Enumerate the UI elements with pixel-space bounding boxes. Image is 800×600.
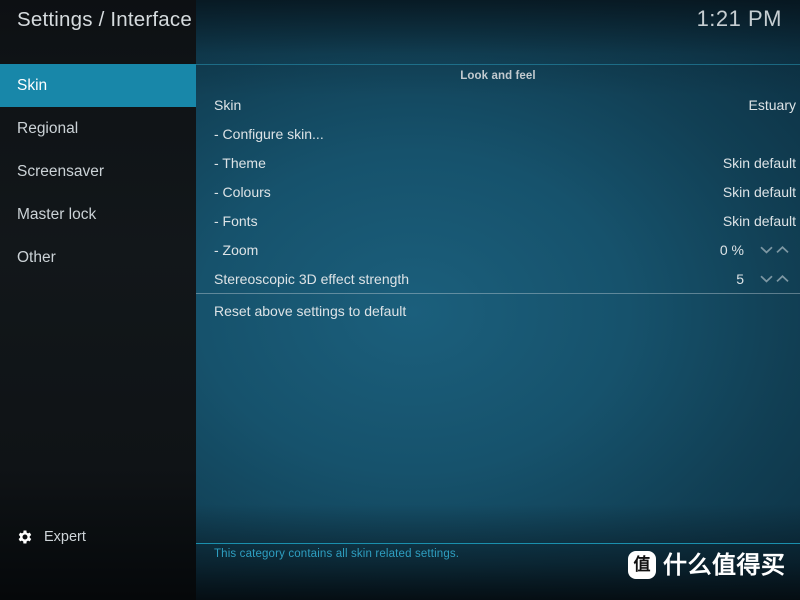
sidebar-item-label: Screensaver [17, 163, 105, 180]
section-title: Look and feel [460, 70, 536, 82]
sidebar-item-screensaver[interactable]: Screensaver [0, 150, 196, 193]
watermark-badge: 值 [628, 551, 656, 579]
content-top-rule [196, 64, 800, 65]
setting-value: 5 [736, 270, 744, 287]
setting-value: Skin default [722, 154, 796, 171]
sidebar-item-other[interactable]: Other [0, 236, 196, 279]
settings-category-list[interactable]: Skin Regional Screensaver Master lock Ot… [0, 64, 196, 279]
sidebar-item-master-lock[interactable]: Master lock [0, 193, 196, 236]
setting-label: Reset above settings to default [214, 302, 407, 319]
setting-value: Estuary [748, 96, 796, 113]
sidebar-item-label: Regional [17, 120, 79, 137]
page-title: Settings / Interface [17, 8, 192, 31]
category-description: This category contains all skin related … [214, 548, 460, 560]
settings-divider [196, 293, 800, 294]
chevron-down-icon [760, 246, 773, 254]
setting-row-stereoscopic-3d-effect-strength[interactable]: Stereoscopic 3D effect strength 5 [196, 264, 800, 293]
setting-value: Skin default [722, 212, 796, 229]
setting-value: 0 % [719, 241, 744, 258]
spinner-control[interactable] [754, 273, 790, 284]
watermark-text: 什么值得买 [663, 551, 786, 579]
setting-row-skin[interactable]: Skin Estuary [196, 90, 800, 119]
setting-row-fonts[interactable]: - Fonts Skin default [196, 206, 800, 235]
setting-label: Skin [214, 96, 242, 113]
reset-section: Reset above settings to default [196, 296, 800, 325]
setting-label: - Colours [214, 183, 271, 200]
setting-row-colours[interactable]: - Colours Skin default [196, 177, 800, 206]
clock: 1:21 PM [696, 6, 782, 31]
settings-level-label: Expert [44, 529, 86, 545]
hint-rule [196, 543, 800, 544]
setting-row-theme[interactable]: - Theme Skin default [196, 148, 800, 177]
settings-level-button[interactable]: Expert [16, 524, 186, 550]
setting-row-configure-skin[interactable]: - Configure skin... [196, 119, 800, 148]
setting-row-reset-defaults[interactable]: Reset above settings to default [196, 296, 800, 325]
watermark: 值 什么值得买 [628, 551, 786, 579]
kodi-settings-window: Settings / Interface 1:21 PM Skin Region… [0, 0, 800, 600]
chevron-up-icon [776, 246, 789, 254]
chevron-up-icon [776, 275, 789, 283]
settings-list: Skin Estuary - Configure skin... - Theme… [196, 90, 800, 293]
setting-row-zoom[interactable]: - Zoom 0 % [196, 235, 800, 264]
sidebar-item-regional[interactable]: Regional [0, 107, 196, 150]
spinner-control[interactable] [754, 244, 790, 255]
sidebar-item-skin[interactable]: Skin [0, 64, 196, 107]
chevron-down-icon [760, 275, 773, 283]
setting-label: - Zoom [214, 241, 259, 258]
setting-label: - Configure skin... [214, 125, 324, 142]
sidebar-item-label: Master lock [17, 206, 97, 223]
window-header: Settings / Interface 1:21 PM [0, 0, 800, 64]
sidebar-item-label: Skin [17, 77, 48, 94]
setting-label: Stereoscopic 3D effect strength [214, 270, 410, 287]
sidebar-item-label: Other [17, 249, 56, 266]
setting-label: - Fonts [214, 212, 258, 229]
gear-icon [16, 528, 34, 546]
setting-label: - Theme [214, 154, 266, 171]
setting-value: Skin default [722, 183, 796, 200]
